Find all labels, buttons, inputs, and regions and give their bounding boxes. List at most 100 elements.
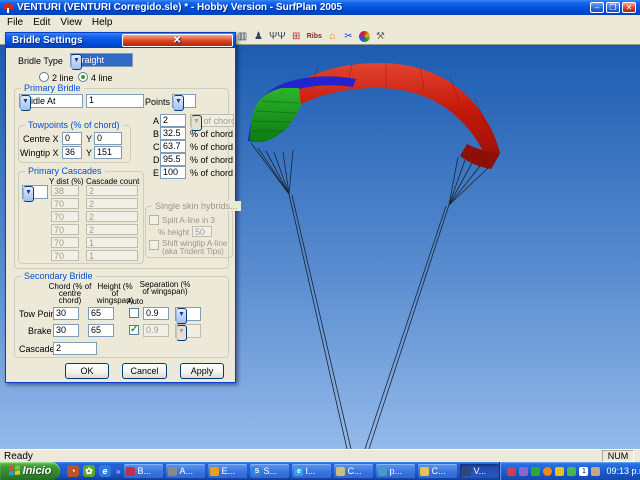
- tray-icon-6[interactable]: [567, 466, 577, 476]
- menu-help[interactable]: Help: [89, 17, 120, 28]
- row-a-field[interactable]: 2: [160, 114, 186, 127]
- canopy-icon[interactable]: ⌂: [327, 30, 338, 43]
- menu-edit[interactable]: Edit: [30, 17, 57, 28]
- bridle-type-combo[interactable]: Straight ▼: [70, 53, 133, 70]
- taskbar-button-3[interactable]: E...: [208, 464, 248, 478]
- cascade-ydist-6: 70: [51, 250, 79, 261]
- tow-unit-combo[interactable]: m ▼: [175, 307, 201, 324]
- bridle-lines-icon[interactable]: ΨΨ: [269, 30, 286, 43]
- task-icon-9: [462, 466, 472, 476]
- dialog-titlebar[interactable]: Bridle Settings ✕: [6, 33, 235, 48]
- row-e-field[interactable]: 100: [160, 166, 186, 179]
- tow-height-field[interactable]: 65: [88, 307, 114, 320]
- tray-icon-2[interactable]: [519, 466, 529, 476]
- taskbar-clock[interactable]: 09:13 p.m.: [606, 466, 640, 476]
- shift-wingtip-checkbox: [149, 240, 159, 250]
- brake-unit-combo: m ▼: [175, 324, 201, 341]
- brake-auto-checkbox[interactable]: [129, 324, 139, 335]
- taskbar-button-7[interactable]: p...: [376, 464, 416, 478]
- bridle-settings-dialog: Bridle Settings ✕ Bridle Type Straight ▼…: [5, 32, 241, 383]
- bridle-at-field[interactable]: 1: [86, 94, 144, 108]
- taskbar-button-2[interactable]: A...: [166, 464, 206, 478]
- chevron-down-icon[interactable]: ▼: [20, 95, 31, 111]
- radio-2-line-label: 2 line: [52, 73, 74, 83]
- bridle-at-combo[interactable]: Bridle At ▼: [19, 94, 83, 111]
- brake-chord-field[interactable]: 30: [53, 324, 79, 337]
- cells-icon[interactable]: ⊞: [291, 30, 302, 43]
- quicklaunch-icon-1[interactable]: ◔: [67, 465, 79, 477]
- tray-icon-8[interactable]: [591, 466, 601, 476]
- centre-x-field[interactable]: 0: [62, 132, 82, 145]
- points-combo[interactable]: 5 ▼: [172, 94, 196, 111]
- brake-separation-field: 0.9: [143, 324, 169, 337]
- close-icon[interactable]: ✕: [622, 2, 636, 13]
- tray-calendar-icon[interactable]: 1: [579, 466, 589, 476]
- chevron-down-icon[interactable]: ▼: [23, 186, 34, 202]
- height-field: 50: [192, 226, 212, 237]
- tray-icon-3[interactable]: [531, 466, 541, 476]
- chevron-down-icon[interactable]: ▼: [173, 95, 184, 111]
- panel-icon[interactable]: ▥: [237, 30, 248, 43]
- separation-column-header: Separation (% of wingspan): [139, 280, 191, 296]
- radio-4-line[interactable]: [78, 72, 88, 82]
- wingtip-x-field[interactable]: 36: [62, 146, 82, 159]
- brake-height-field[interactable]: 65: [88, 324, 114, 337]
- task-icon-3: [210, 466, 220, 476]
- taskbar-button-1[interactable]: B...: [124, 464, 164, 478]
- cascade-ydist-4: 70: [51, 224, 79, 235]
- apply-button[interactable]: Apply: [180, 363, 224, 379]
- window-titlebar[interactable]: VENTURI (VENTURI Corregido.sle) * - Hobb…: [0, 0, 640, 15]
- row-b-field[interactable]: 32.5: [160, 127, 186, 140]
- cancel-button[interactable]: Cancel: [122, 363, 167, 379]
- chevron-down-icon[interactable]: ▼: [176, 308, 187, 324]
- wingtip-y-field[interactable]: 151: [94, 146, 122, 159]
- chevron-down-icon[interactable]: ▼: [71, 54, 82, 70]
- tray-icon-1[interactable]: [507, 466, 517, 476]
- status-text: Ready: [4, 450, 33, 462]
- shift-wingtip-label-2: (aka Trident Tips): [162, 247, 224, 256]
- ribs-icon[interactable]: Ribs: [307, 30, 322, 43]
- menu-view[interactable]: View: [57, 17, 89, 28]
- row-d-label: D: [153, 155, 160, 165]
- tray-icon-5[interactable]: [555, 466, 565, 476]
- cascades-combo[interactable]: 0 ▼: [22, 185, 48, 202]
- split-a-line-label: Split A-line in 3: [162, 216, 215, 225]
- minimize-icon[interactable]: –: [590, 2, 604, 13]
- row-e-label: E: [153, 168, 160, 178]
- tow-separation-field[interactable]: 0.9: [143, 307, 169, 320]
- secondary-cascade-field[interactable]: 2: [53, 342, 97, 355]
- quicklaunch-expand-icon[interactable]: »: [116, 467, 120, 476]
- start-button[interactable]: Inicio: [0, 462, 60, 480]
- pilot-icon[interactable]: ♟: [253, 30, 264, 43]
- restore-icon[interactable]: ❐: [606, 2, 620, 13]
- task-icon-8: [420, 466, 430, 476]
- quicklaunch-icon-2[interactable]: ✿: [83, 465, 95, 477]
- taskbar-button-surfplan-active[interactable]: V...: [460, 464, 500, 478]
- taskbar-button-4[interactable]: S S...: [250, 464, 290, 478]
- radio-2-line[interactable]: [39, 72, 49, 82]
- centre-y-field[interactable]: 0: [94, 132, 122, 145]
- row-d-field[interactable]: 95.5: [160, 153, 186, 166]
- cascade-ydist-1: 38: [51, 185, 79, 196]
- radio-4-line-label: 4 line: [91, 73, 113, 83]
- taskbar-button-5[interactable]: e I...: [292, 464, 332, 478]
- wrench-icon[interactable]: ⚒: [375, 30, 386, 43]
- scissors-icon[interactable]: ✂: [343, 30, 354, 43]
- row-d-unit: % of chord: [190, 155, 234, 165]
- dialog-close-icon[interactable]: ✕: [121, 34, 233, 47]
- taskbar-button-6[interactable]: C...: [334, 464, 374, 478]
- cascade-count-5: 1: [86, 237, 138, 248]
- tow-auto-checkbox[interactable]: [129, 308, 139, 318]
- taskbar-button-8[interactable]: C...: [418, 464, 458, 478]
- row-b-label: B: [153, 129, 160, 139]
- task-icon-1: [126, 466, 136, 476]
- colorwheel-icon[interactable]: [358, 31, 370, 42]
- dialog-title: Bridle Settings: [12, 35, 83, 46]
- row-c-unit: % of chord: [190, 142, 234, 152]
- internet-explorer-icon[interactable]: e: [99, 465, 111, 477]
- menu-file[interactable]: File: [4, 17, 30, 28]
- ok-button[interactable]: OK: [65, 363, 109, 379]
- row-c-field[interactable]: 63.7: [160, 140, 186, 153]
- tray-icon-4[interactable]: [543, 466, 553, 476]
- tow-chord-field[interactable]: 30: [53, 307, 79, 320]
